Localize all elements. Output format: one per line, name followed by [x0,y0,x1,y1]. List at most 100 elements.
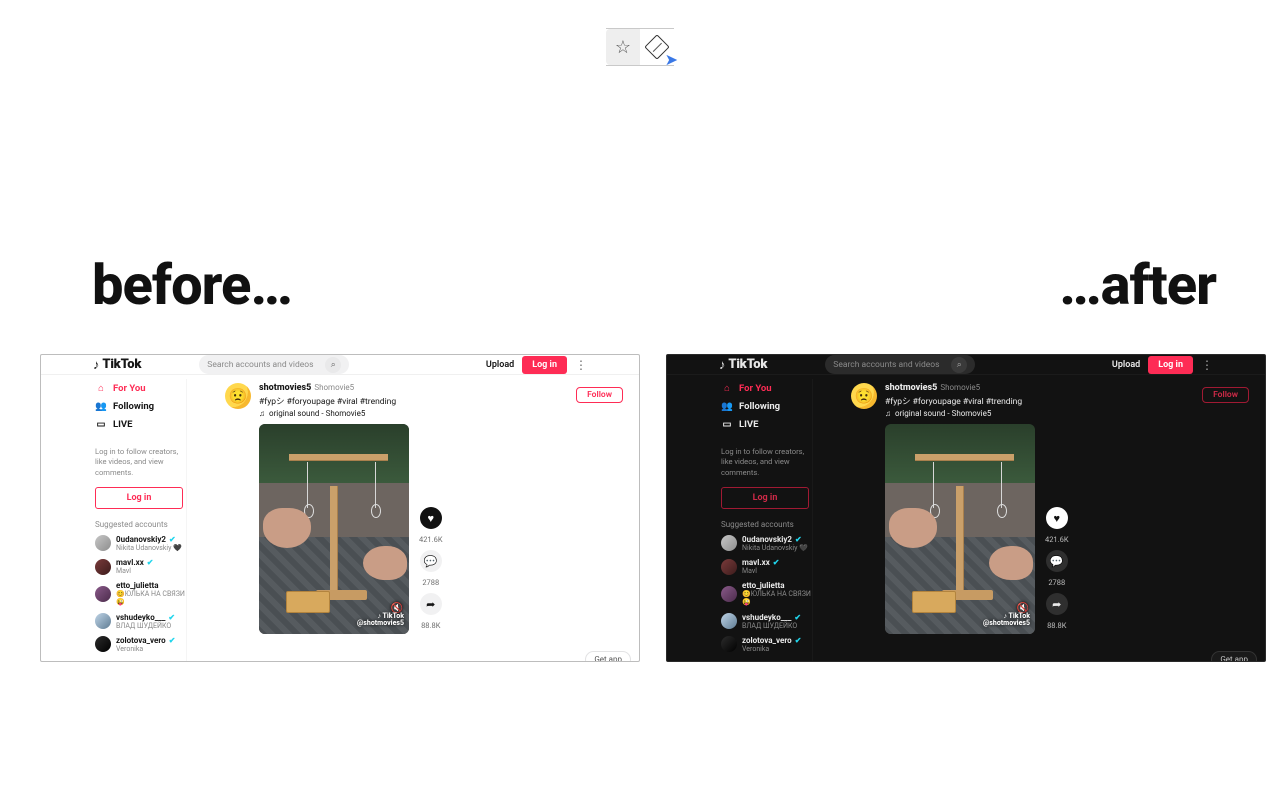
account-name: vshudeyko___ [742,613,791,622]
tiktok-logo[interactable]: ♪ TikTok [719,357,767,373]
suggested-account[interactable]: mavl.xx✔Mavl [721,558,813,575]
upload-button[interactable]: Upload [486,360,514,370]
action-rail: ♥ 421.6K 💬 2788 ➦ 88.8K [419,507,443,634]
live-icon: ▭ [95,419,107,430]
post-description[interactable]: #fypシ #foryoupage #viral #trending [259,395,396,407]
comment-button[interactable]: 💬 [1046,550,1068,572]
suggested-account[interactable]: etto_julietta 😊ЮЛЬКА НА СВЯЗИ😜 [95,581,187,606]
video-player[interactable]: 🔇 ♪ TikTok@shotmovies5 [259,424,409,634]
suggested-account[interactable]: etto_julietta😊ЮЛЬКА НА СВЯЗИ😜 [721,581,813,606]
nav-label: LIVE [739,419,758,430]
post-username[interactable]: shotmovies5 [885,383,937,393]
before-label: before… [92,252,292,318]
share-button[interactable]: ➦ [420,593,442,615]
avatar [95,586,111,602]
music-note-icon: ♫ [885,409,891,418]
search-input[interactable]: Search accounts and videos ⌕ [199,355,349,374]
sidebar-login-button[interactable]: Log in [95,487,183,509]
tiktok-logo[interactable]: ♪ TikTok [93,357,141,373]
login-button[interactable]: Log in [1148,356,1193,374]
upload-button[interactable]: Upload [1112,360,1140,370]
search-placeholder: Search accounts and videos [207,360,313,370]
nav-following[interactable]: 👥 Following [721,399,813,414]
nav-live[interactable]: ▭ LIVE [95,417,187,432]
tiktok-screenshot-dark: ♪ TikTok Search accounts and videos ⌕ Up… [666,354,1266,662]
verified-icon: ✔ [147,558,154,567]
suggested-account[interactable]: 0udanovskiy2✔Nikita Udanovskiy 🖤 [721,535,813,552]
account-sub: Mavl [742,567,779,575]
account-sub: 😊ЮЛЬКА НА СВЯЗИ😜 [116,590,187,606]
music-note-icon: ♪ [93,357,99,373]
see-all-link[interactable]: See all [95,660,187,662]
search-input[interactable]: Search accounts and videos ⌕ [825,355,975,374]
account-name: mavl.xx [116,558,144,567]
share-button[interactable]: ➦ [1046,593,1068,615]
video-watermark: ♪ TikTok@shotmovies5 [983,613,1030,628]
sound-label: original sound - Shomovie5 [895,409,991,418]
video-player[interactable]: 🔇 ♪ TikTok@shotmovies5 [885,424,1035,634]
avatar [721,636,737,652]
account-name: vshudeyko___ [116,613,165,622]
search-icon[interactable]: ⌕ [325,357,341,373]
login-hint: Log in to follow creators, like videos, … [95,447,187,478]
nav-live[interactable]: ▭ LIVE [721,417,813,432]
login-button[interactable]: Log in [522,356,567,374]
live-icon: ▭ [721,419,733,430]
account-sub: 😊ЮЛЬКА НА СВЯЗИ😜 [742,590,813,606]
verified-icon: ✔ [168,613,175,622]
sidebar-login-button[interactable]: Log in [721,487,809,509]
post-header: 😟 shotmovies5Shomovie5 #fypシ #foryoupage… [225,383,631,418]
star-icon[interactable]: ☆ [606,29,640,65]
home-icon: ⌂ [721,383,733,394]
post-description[interactable]: #fypシ #foryoupage #viral #trending [885,395,1022,407]
browser-extension-pill: ☆ ➤ [606,28,674,66]
suggested-account[interactable]: zolotova_vero✔ Veronika [95,636,187,653]
suggested-account[interactable]: 0udanovskiy2✔ Nikita Udanovskiy 🖤 [95,535,187,552]
suggested-account[interactable]: vshudeyko___✔ ВЛАД ШУДЕЙКО [95,613,187,630]
post-header: 😟 shotmovies5Shomovie5 #fypシ #foryoupage… [851,383,1257,418]
extension-edit-icon[interactable]: ➤ [640,29,674,65]
follow-button[interactable]: Follow [1202,387,1249,403]
sidebar: ⌂ For You 👥 Following ▭ LIVE Log in to f… [667,375,813,662]
tiktok-screenshot-light: ♪ TikTok Search accounts and videos ⌕ Up… [40,354,640,662]
verified-icon: ✔ [773,558,780,567]
like-button[interactable]: ♥ [1046,507,1068,529]
suggested-account[interactable]: zolotova_vero✔Veronika [721,636,813,653]
get-app-button[interactable]: Get app [585,651,631,662]
verified-icon: ✔ [794,613,801,622]
account-sub: Nikita Udanovskiy 🖤 [742,544,808,552]
people-icon: 👥 [721,401,733,412]
like-button[interactable]: ♥ [420,507,442,529]
suggested-account[interactable]: mavl.xx✔ Mavl [95,558,187,575]
search-icon[interactable]: ⌕ [951,357,967,373]
post-sound[interactable]: ♫original sound - Shomovie5 [259,409,396,418]
account-name: mavl.xx [742,558,770,567]
account-sub: Mavl [116,567,153,575]
more-menu-icon[interactable]: ⋮ [1201,358,1213,372]
search-placeholder: Search accounts and videos [833,360,939,370]
suggested-heading: Suggested accounts [95,520,187,529]
suggested-account[interactable]: vshudeyko___✔ВЛАД ШУДЕЙКО [721,613,813,630]
comment-button[interactable]: 💬 [420,550,442,572]
account-name: zolotova_vero [116,636,166,645]
post-username[interactable]: shotmovies5 [259,383,311,393]
feed: Follow 😟 shotmovies5Shomovie5 #fypシ #for… [813,375,1265,662]
post-sound[interactable]: ♫ original sound - Shomovie5 [885,409,1022,418]
nav-label: For You [739,383,772,394]
nav-label: Following [739,401,780,412]
get-app-button[interactable]: Get app [1211,651,1257,662]
post-avatar[interactable]: 😟 [225,383,251,409]
nav-for-you[interactable]: ⌂ For You [721,381,813,396]
share-count: 88.8K [421,621,440,630]
account-sub: Nikita Udanovskiy 🖤 [116,544,182,552]
post-avatar[interactable]: 😟 [851,383,877,409]
see-all-link[interactable]: See all [721,660,813,662]
account-sub: Veronika [742,645,801,653]
avatar [95,613,111,629]
more-menu-icon[interactable]: ⋮ [575,358,587,372]
follow-button[interactable]: Follow [576,387,623,403]
nav-following[interactable]: 👥 Following [95,399,187,414]
post-displayname: Shomovie5 [314,383,354,392]
nav-for-you[interactable]: ⌂ For You [95,381,187,396]
nav-label: For You [113,383,146,394]
